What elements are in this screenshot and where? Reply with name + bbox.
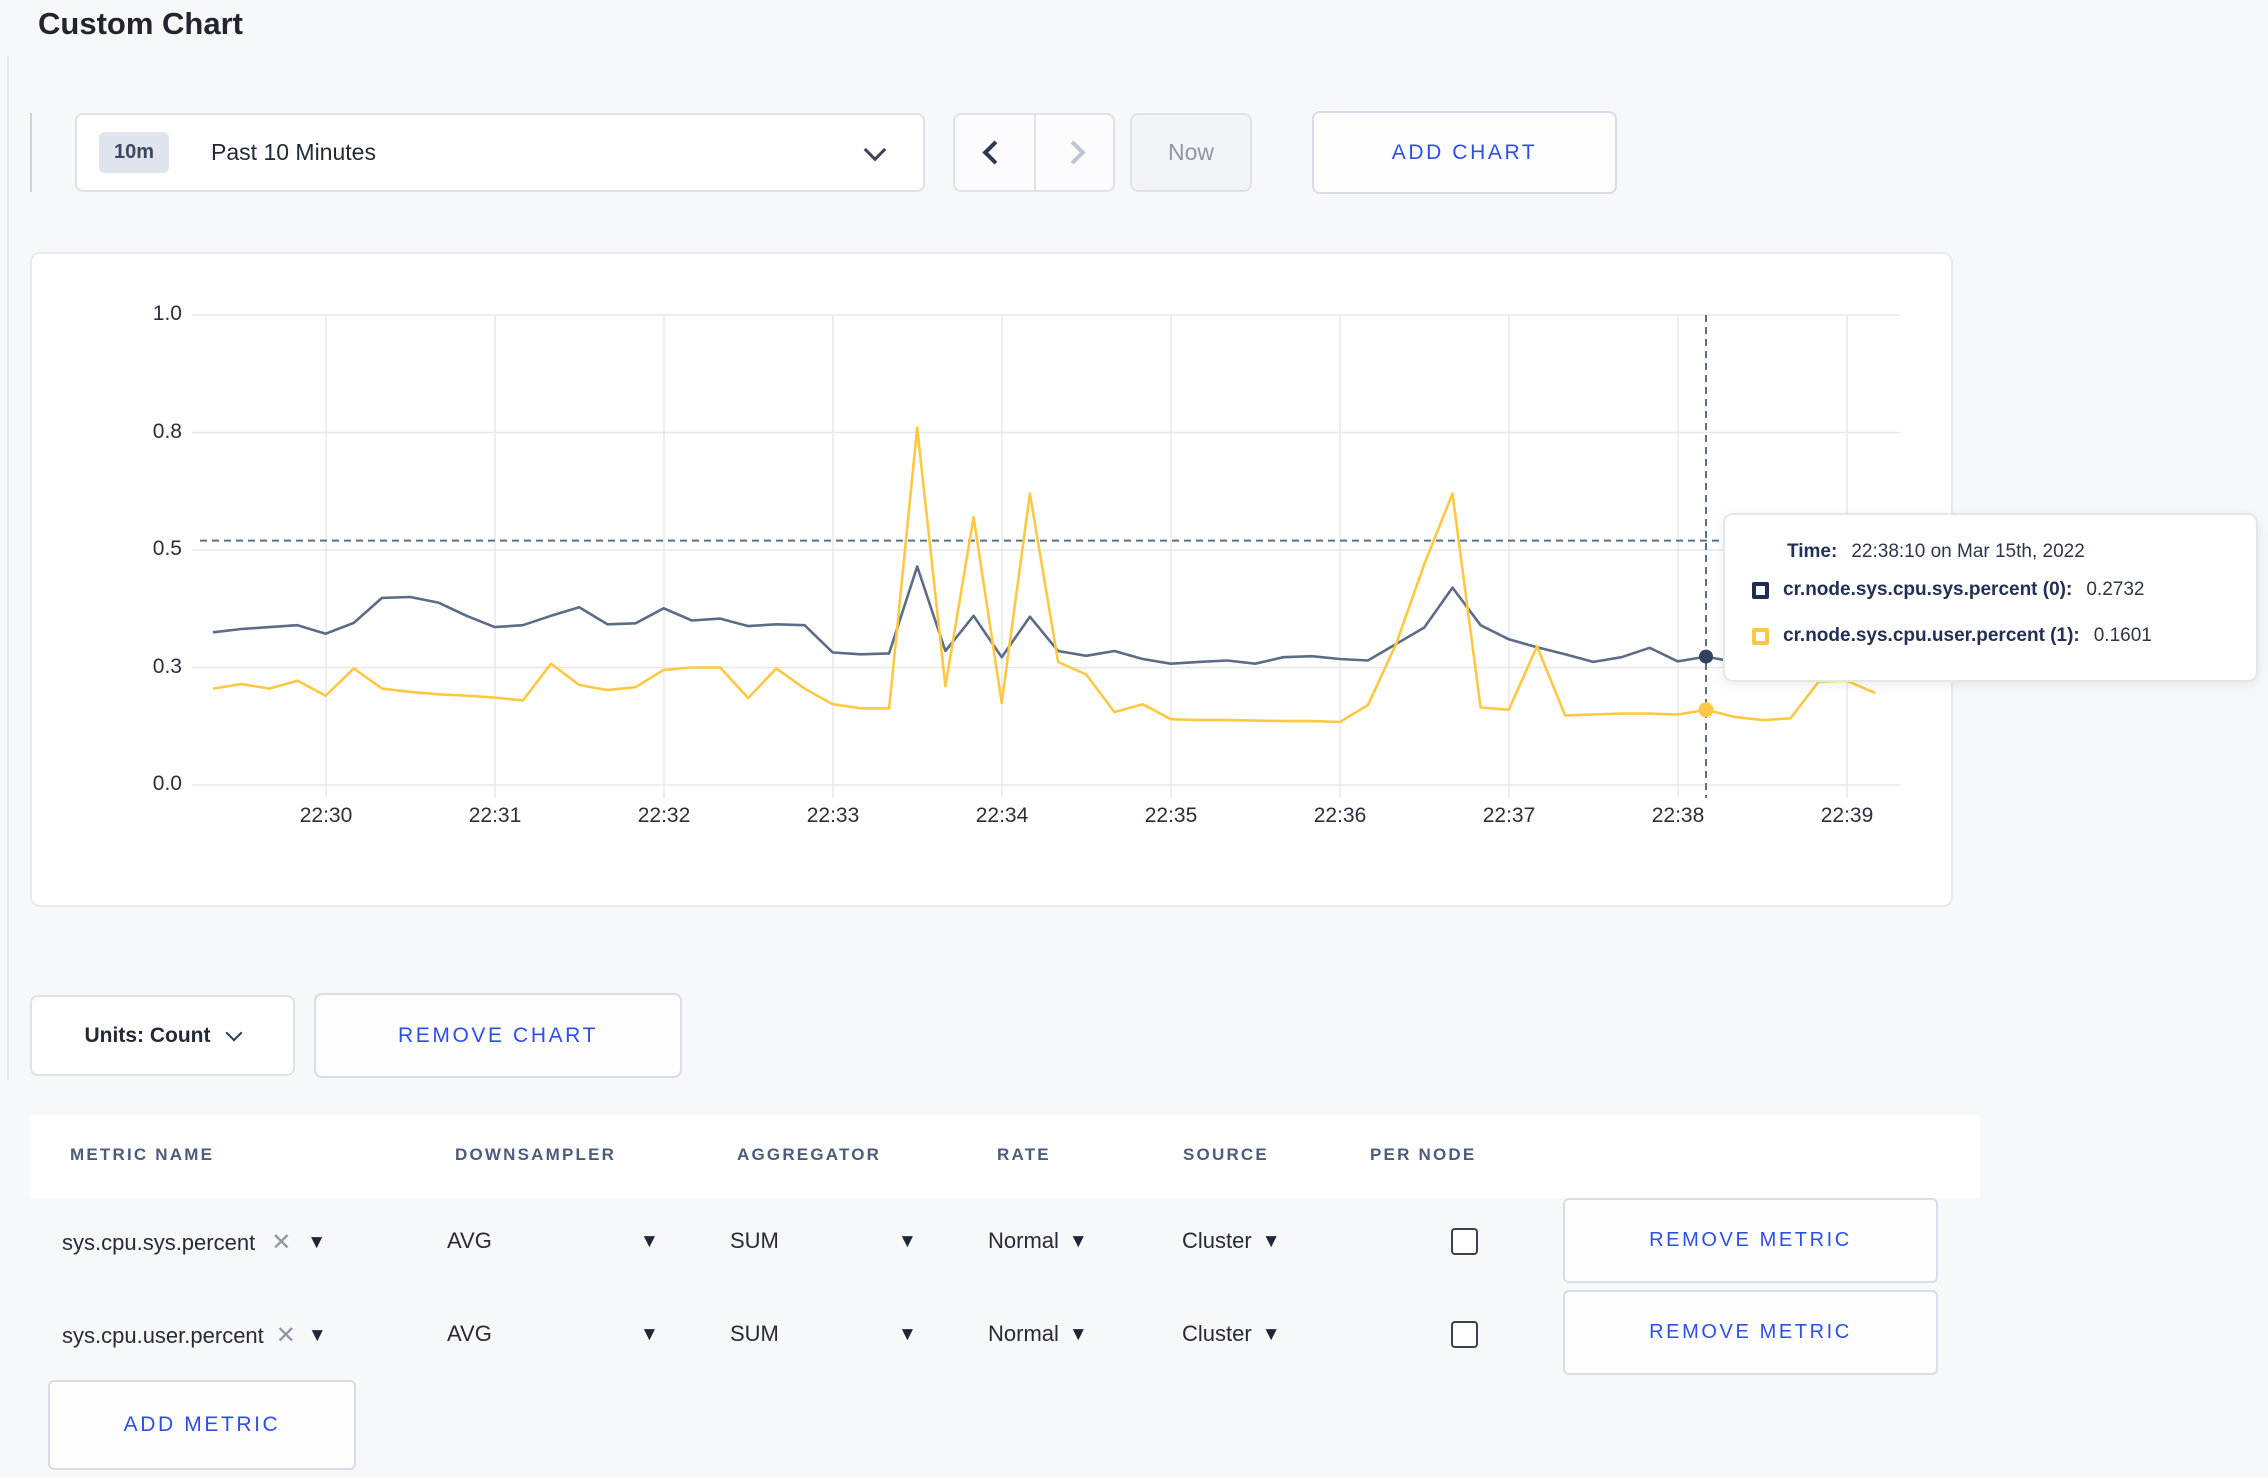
col-header-metric-name: METRIC NAME <box>70 1145 215 1164</box>
x-tick-label: 22:33 <box>806 804 860 827</box>
x-tick-label: 22:32 <box>637 804 691 827</box>
chevron-down-icon <box>863 138 887 161</box>
caret-down-icon: ▼ <box>1068 1323 1088 1345</box>
tooltip-series-value: 0.1601 <box>2093 625 2152 646</box>
series-line <box>212 426 1876 724</box>
caret-down-icon[interactable]: ▼ <box>307 1233 326 1252</box>
tooltip-time-value: 22:38:10 on Mar 15th, 2022 <box>1851 541 2085 562</box>
aggregator-select[interactable]: SUM <box>730 1321 779 1347</box>
chevron-down-icon <box>225 1024 243 1042</box>
caret-down-icon[interactable]: ▼ <box>640 1325 659 1344</box>
crosshair-point-user <box>1698 702 1714 718</box>
col-header-rate: RATE <box>997 1145 1051 1164</box>
now-button[interactable]: Now <box>1130 113 1252 192</box>
nav-divider <box>1034 115 1036 190</box>
chart-tooltip: Time: 22:38:10 on Mar 15th, 2022 cr.node… <box>1723 513 2258 682</box>
remove-chart-button[interactable]: REMOVE CHART <box>314 993 682 1078</box>
rate-value: Normal <box>988 1321 1059 1346</box>
source-select[interactable]: Cluster ▼ <box>1182 1321 1281 1347</box>
aggregator-select[interactable]: SUM <box>730 1228 779 1254</box>
caret-down-icon: ▼ <box>1261 1323 1281 1345</box>
metric-name: sys.cpu.user.percent <box>62 1322 264 1348</box>
page-left-rule <box>7 56 9 1080</box>
col-header-aggregator: AGGREGATOR <box>737 1145 882 1164</box>
crosshair-point-sys <box>1699 649 1713 664</box>
rate-select[interactable]: Normal ▼ <box>988 1228 1088 1254</box>
series-swatch-sys <box>1752 581 1769 599</box>
close-icon[interactable]: ✕ <box>271 1228 291 1257</box>
tooltip-series-label: cr.node.sys.cpu.user.percent (1): <box>1783 625 2080 646</box>
caret-down-icon: ▼ <box>1068 1230 1088 1252</box>
caret-down-icon[interactable]: ▼ <box>640 1232 659 1251</box>
col-header-per-node: PER NODE <box>1370 1145 1477 1164</box>
tooltip-series-label: cr.node.sys.cpu.sys.percent (0): <box>1783 579 2073 600</box>
tooltip-time-label: Time: <box>1787 541 1838 562</box>
tooltip-time-row: Time: 22:38:10 on Mar 15th, 2022 <box>1787 535 2256 569</box>
chevron-right-icon <box>1061 140 1086 165</box>
metric-name-dropdown[interactable]: sys.cpu.sys.percent ✕ ▼ <box>62 1228 326 1257</box>
x-tick-label: 22:36 <box>1313 804 1367 827</box>
per-node-checkbox[interactable] <box>1451 1228 1478 1255</box>
prev-time-button[interactable] <box>955 115 1034 190</box>
time-nav-group <box>953 113 1115 192</box>
now-button-label: Now <box>1167 139 1214 165</box>
downsampler-select[interactable]: AVG <box>447 1228 492 1254</box>
next-time-button[interactable] <box>1034 115 1113 190</box>
tooltip-series-row: cr.node.sys.cpu.user.percent (1): 0.1601 <box>1752 619 2256 653</box>
per-node-checkbox[interactable] <box>1451 1321 1478 1348</box>
y-tick-label: 1.0 <box>152 302 182 325</box>
series-swatch-user <box>1752 627 1769 645</box>
x-tick-label: 22:31 <box>468 804 522 827</box>
rate-select[interactable]: Normal ▼ <box>988 1321 1088 1347</box>
source-value: Cluster <box>1182 1228 1252 1253</box>
col-header-source: SOURCE <box>1183 1145 1269 1164</box>
x-tick-label: 22:34 <box>975 804 1029 827</box>
close-icon[interactable]: ✕ <box>276 1321 296 1350</box>
downsampler-select[interactable]: AVG <box>447 1321 492 1347</box>
y-tick-label: 0.0 <box>152 772 182 795</box>
y-tick-label: 0.3 <box>152 655 182 678</box>
chevron-left-icon <box>982 140 1007 165</box>
rate-value: Normal <box>988 1228 1059 1253</box>
x-tick-label: 22:37 <box>1482 804 1536 827</box>
caret-down-icon: ▼ <box>1261 1230 1281 1252</box>
units-dropdown[interactable]: Units: Count <box>30 995 295 1076</box>
y-tick-label: 0.5 <box>152 537 182 560</box>
x-tick-label: 22:39 <box>1820 804 1874 827</box>
x-tick-label: 22:30 <box>299 804 353 827</box>
time-range-dropdown[interactable]: 10m Past 10 Minutes <box>75 113 925 192</box>
y-tick-label: 0.8 <box>152 420 182 443</box>
units-label: Units: Count <box>84 1023 211 1047</box>
x-tick-label: 22:38 <box>1651 804 1705 827</box>
page-title: Custom Chart <box>38 6 243 41</box>
caret-down-icon[interactable]: ▼ <box>898 1325 917 1344</box>
add-chart-button[interactable]: ADD CHART <box>1312 111 1617 194</box>
caret-down-icon[interactable]: ▼ <box>308 1326 327 1345</box>
x-tick-label: 22:35 <box>1144 804 1198 827</box>
time-range-label: Past 10 Minutes <box>211 139 376 165</box>
metric-name-dropdown[interactable]: sys.cpu.user.percent ✕ ▼ <box>62 1321 327 1350</box>
tooltip-series-value: 0.2732 <box>2086 579 2145 600</box>
metric-name: sys.cpu.sys.percent <box>62 1229 256 1255</box>
time-window-badge: 10m <box>99 132 170 173</box>
tooltip-series-row: cr.node.sys.cpu.sys.percent (0): 0.2732 <box>1752 573 2256 607</box>
caret-down-icon[interactable]: ▼ <box>898 1232 917 1251</box>
add-metric-button[interactable]: ADD METRIC <box>48 1380 356 1470</box>
col-header-downsampler: DOWNSAMPLER <box>455 1145 617 1164</box>
source-value: Cluster <box>1182 1321 1252 1346</box>
source-select[interactable]: Cluster ▼ <box>1182 1228 1281 1254</box>
remove-metric-button[interactable]: REMOVE METRIC <box>1563 1290 1938 1375</box>
toolbar-left-rule <box>30 113 32 192</box>
remove-metric-button[interactable]: REMOVE METRIC <box>1563 1198 1938 1283</box>
